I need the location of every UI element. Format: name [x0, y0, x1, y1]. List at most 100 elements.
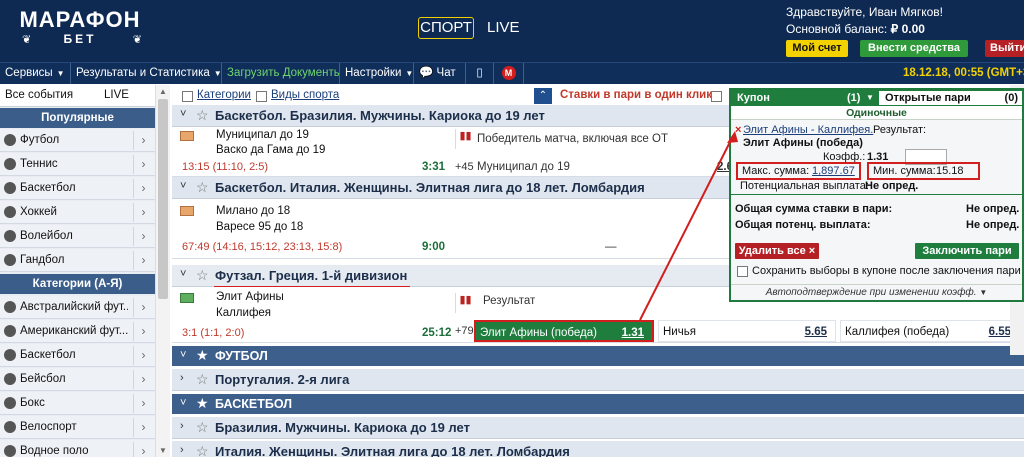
delete-all-button[interactable]: Удалить все × [735, 243, 819, 259]
sport-icon [4, 325, 16, 337]
logout-button[interactable]: Выйти [985, 40, 1024, 57]
marathon-logo[interactable]: МАРАФОН ❦ БЕТ ❦ [16, 8, 144, 52]
sidebar-item-category[interactable]: Баскетбол › [0, 344, 155, 367]
chevron-down-icon: ▼ [56, 69, 65, 78]
chevron-right-icon[interactable]: › [133, 155, 153, 174]
laurel-left-icon: ❦ [22, 34, 32, 46]
chevron-right-icon[interactable]: › [133, 346, 153, 365]
collapse-up-icon[interactable]: ⌃ [534, 88, 552, 104]
sidebar-item-category[interactable]: Бейсбол › [0, 368, 155, 391]
sidebar-item-popular[interactable]: Теннис › [0, 153, 155, 176]
sport-icon [4, 445, 16, 457]
sport-icon [4, 421, 16, 433]
star-icon: ☆ [196, 179, 209, 195]
chevron-right-icon[interactable]: › [133, 322, 153, 341]
bet-coupon: Купон (1) ▼ Открытые пари (0) Одиночные … [729, 88, 1024, 302]
more-markets-count[interactable]: +79 [455, 325, 474, 337]
chevron-down-icon: ˅ [180, 268, 187, 280]
star-icon: ★ [196, 395, 209, 411]
chevron-right-icon[interactable]: › [133, 179, 153, 198]
top-header: МАРАФОН ❦ БЕТ ❦ СПОРТ LIVE Здравствуйте,… [0, 0, 1024, 62]
odds-cell-home-win[interactable]: Элит Афины (победа) 1.31 [474, 320, 654, 342]
my-account-button[interactable]: Мой счет [786, 40, 848, 57]
sidebar-item-popular[interactable]: Хоккей › [0, 201, 155, 224]
chevron-right-icon[interactable]: › [133, 298, 153, 317]
scroll-thumb[interactable] [158, 99, 168, 299]
one-click-label: Ставки в пари в один клик [560, 89, 712, 101]
categories-header: Категории (А-Я) [0, 274, 155, 294]
nav-upload-docs[interactable]: Загрузить Документы [222, 63, 340, 84]
categories-checkbox[interactable] [182, 91, 193, 102]
popular-header: Популярные [0, 108, 155, 128]
sidebar-item-category[interactable]: Водное поло › [0, 440, 155, 457]
team-flag-icon [180, 293, 194, 303]
chevron-right-icon[interactable]: › [133, 370, 153, 389]
min-stake-value: 15.18 [936, 165, 964, 177]
tab-live-sidebar[interactable]: LIVE [104, 89, 129, 101]
chevron-down-icon: ▼ [405, 69, 414, 78]
remove-selection-icon[interactable]: × [735, 124, 741, 136]
chevron-right-icon: › [180, 372, 184, 384]
chevron-right-icon[interactable]: › [133, 131, 153, 150]
chevron-right-icon[interactable]: › [133, 394, 153, 413]
close-icon: × [808, 245, 816, 257]
sports-link[interactable]: Виды спорта [271, 89, 339, 101]
nav-chat[interactable]: 💬 Чат [414, 63, 466, 84]
coupon-event-link[interactable]: Элит Афины - Каллифея. [743, 124, 873, 136]
event-group-header[interactable]: › ☆ Бразилия. Мужчины. Кариока до 19 лет [172, 417, 1024, 439]
stats-icon[interactable]: ▮▮ [455, 293, 475, 313]
chevron-down-icon[interactable]: ▼ [866, 90, 874, 106]
more-markets-count[interactable]: +45 [455, 161, 474, 173]
divider [731, 194, 1022, 195]
nav-services[interactable]: Сервисы ▼ [0, 63, 71, 84]
pick-label[interactable]: Муниципал до 19 [477, 161, 570, 173]
chevron-right-icon[interactable]: › [133, 418, 153, 437]
sidebar-item-popular[interactable]: Баскетбол › [0, 177, 155, 200]
event-group-header[interactable]: › ☆ Португалия. 2-я лига [172, 369, 1024, 391]
event-group-header[interactable]: › ☆ Италия. Женщины. Элитная лига до 18 ле… [172, 441, 1024, 457]
section-basketball[interactable]: ˅ ★ БАСКЕТБОЛ [172, 394, 1024, 414]
max-stake-link[interactable]: 1,897.67 [812, 165, 855, 177]
tab-live[interactable]: LIVE [487, 17, 520, 39]
chevron-down-icon: ▼ [979, 288, 988, 297]
stats-icon[interactable]: ▮▮ [455, 129, 475, 149]
place-bet-button[interactable]: Заключить пари [915, 243, 1019, 259]
chevron-right-icon[interactable]: › [133, 227, 153, 246]
sidebar-scrollbar[interactable]: ▲ ▼ [155, 85, 170, 457]
marathon-m-icon[interactable]: M [494, 63, 524, 84]
sidebar-item-category[interactable]: Бокс › [0, 392, 155, 415]
tab-sport[interactable]: СПОРТ [418, 17, 474, 39]
odds-cell-away-win[interactable]: Каллифея (победа) 6.55 [840, 320, 1020, 342]
open-bets-tab[interactable]: Открытые пари (0) [879, 91, 1022, 105]
sidebar-item-popular[interactable]: Футбол › [0, 129, 155, 152]
main-balance: Основной баланс: ₽ 0.00 [786, 22, 925, 36]
sidebar-item-category[interactable]: Велоспорт › [0, 416, 155, 439]
sidebar-item-category[interactable]: Австралийский фут... › [0, 296, 155, 319]
section-football[interactable]: ˅ ★ ФУТБОЛ [172, 346, 1024, 366]
coupon-tab[interactable]: Купон [737, 90, 770, 106]
deposit-button[interactable]: Внести средства [860, 40, 968, 57]
sidebar-item-category[interactable]: Американский фут... › [0, 320, 155, 343]
sidebar-item-popular[interactable]: Волейбол › [0, 225, 155, 248]
odds-cell-draw[interactable]: Ничья 5.65 [658, 320, 836, 342]
coupon-selection: Элит Афины (победа) [743, 137, 863, 149]
team-flag-icon [180, 131, 194, 141]
chevron-right-icon: › [180, 444, 184, 456]
sport-icon [4, 230, 16, 242]
chevron-right-icon: › [180, 420, 184, 432]
mobile-icon[interactable]: ▯ [466, 63, 494, 84]
chevron-right-icon[interactable]: › [133, 251, 153, 270]
categories-link[interactable]: Категории [197, 89, 251, 101]
tab-all-events[interactable]: Все события [5, 89, 73, 101]
main-nav: Сервисы ▼ Результаты и Статистика ▼ Загруз… [0, 62, 1024, 84]
nav-results[interactable]: Результаты и Статистика ▼ [71, 63, 222, 84]
one-click-checkbox[interactable] [711, 91, 722, 102]
chevron-right-icon[interactable]: › [133, 203, 153, 222]
auto-confirm-option[interactable]: Автоподтверждение при изменении коэфф. ▼ [731, 284, 1022, 300]
sports-checkbox[interactable] [256, 91, 267, 102]
star-icon: ☆ [196, 443, 209, 457]
keep-selections-checkbox[interactable] [737, 266, 748, 277]
sidebar-item-popular[interactable]: Гандбол › [0, 249, 155, 272]
nav-settings[interactable]: Настройки ▼ [340, 63, 414, 84]
chevron-right-icon[interactable]: › [133, 442, 153, 457]
